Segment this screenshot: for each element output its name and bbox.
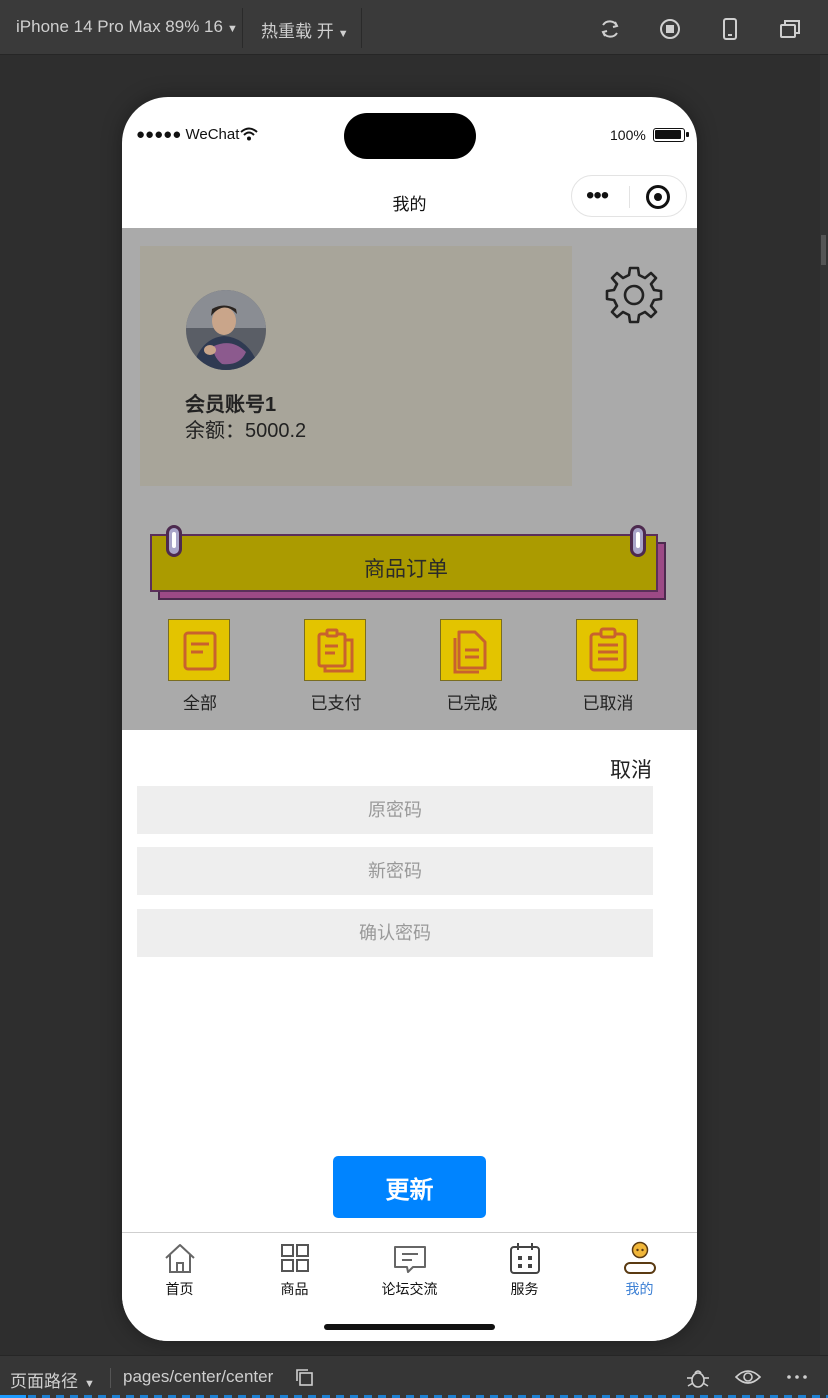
document-icon [168,619,230,681]
tab-mine[interactable]: 我的 [582,1239,697,1299]
page-path-selector[interactable]: 页面路径 ▼ [10,1367,95,1392]
page-path-value: pages/center/center [123,1367,274,1386]
order-category-label: 已取消 [582,694,634,713]
grid-icon [281,1244,309,1272]
status-bar: ●●●●● WeChat 100% [122,97,697,173]
new-password-input[interactable] [137,847,653,895]
phone-preview-icon[interactable] [718,17,742,41]
chat-icon [394,1246,426,1273]
devtools-toolbar: iPhone 14 Pro Max 89% 16 ▼ 热重载 开 ▼ [0,0,828,55]
nav-bar: 我的 ••• [122,173,697,228]
eye-icon[interactable] [735,1367,761,1387]
update-button[interactable]: 更新 [333,1156,486,1218]
balance-label: 余额： [185,418,245,442]
order-category-paid[interactable]: 已支付 [286,619,386,719]
clipboard-copy-icon [304,619,366,681]
settings-gear-icon[interactable] [604,265,664,325]
tab-label: 商品 [280,1281,309,1297]
cancel-button[interactable]: 取消 [610,754,652,784]
battery-icon [653,128,689,142]
device-selector-label: iPhone 14 Pro Max 89% 16 [16,17,223,36]
tab-home[interactable]: 首页 [122,1239,237,1299]
toolbar-divider [361,8,362,48]
old-password-input[interactable] [137,786,653,834]
profile-card: 会员账号1 余额：5000.2 [140,246,572,486]
scrollbar[interactable] [820,55,828,1355]
order-category-completed[interactable]: 已完成 [422,619,522,719]
page-path-label: 页面路径 [10,1372,78,1391]
phone-simulator: ●●●●● WeChat 100% 我的 ••• 会员账号1 余额：5000.2… [122,97,697,1341]
user-icon [624,1241,656,1274]
carrier-label: ●●●●● WeChat [136,126,240,143]
window-icon[interactable] [778,17,802,41]
copy-icon[interactable] [294,1367,314,1387]
file-done-icon [440,619,502,681]
order-category-all[interactable]: 全部 [150,619,250,719]
wifi-icon [240,127,258,141]
tab-label: 首页 [165,1281,194,1297]
tab-forum[interactable]: 论坛交流 [352,1239,467,1299]
menu-capsule: ••• [571,175,687,217]
order-category-label: 全部 [183,694,217,713]
more-icon[interactable] [786,1367,808,1387]
balance-value: 5000.2 [245,420,307,442]
home-icon [165,1244,195,1273]
calendar-icon [510,1243,540,1274]
tab-label: 我的 [625,1281,654,1297]
avatar[interactable] [186,290,266,370]
tab-label: 服务 [510,1281,539,1297]
battery-percent: 100% [610,127,646,143]
devtools-statusbar: 页面路径 ▼ pages/center/center [0,1355,828,1398]
order-category-cancelled[interactable]: 已取消 [558,619,658,719]
device-selector[interactable]: iPhone 14 Pro Max 89% 16 ▼ [16,17,238,37]
refresh-icon[interactable] [598,17,622,41]
tab-label: 论坛交流 [381,1281,438,1297]
order-category-label: 已完成 [446,694,498,713]
confirm-password-input[interactable] [137,909,653,957]
bug-icon[interactable] [686,1367,710,1389]
home-indicator [324,1324,495,1330]
orders-banner: 商品订单 [150,525,668,602]
stop-record-icon[interactable] [658,17,682,41]
chevron-down-icon: ▼ [226,23,238,35]
username: 会员账号1 [185,394,277,416]
scrollbar-thumb[interactable] [821,235,826,265]
pin-icon [166,525,182,557]
balance: 余额：5000.2 [185,414,306,443]
orders-banner-board: 商品订单 [150,534,658,592]
toolbar-divider [242,8,243,48]
hot-reload-label: 热重载 开 [261,22,334,41]
order-category-label: 已支付 [310,694,362,713]
dynamic-island [344,113,476,159]
close-miniprogram-icon[interactable] [646,185,670,209]
chevron-down-icon: ▼ [84,1378,95,1390]
clipboard-list-icon [576,619,638,681]
profile-header: 会员账号1 余额：5000.2 商品订单 全部 已支付 已完成 已取消 [122,228,697,730]
pin-icon [630,525,646,557]
tab-products[interactable]: 商品 [237,1239,352,1299]
chevron-down-icon: ▼ [337,28,349,40]
more-icon[interactable]: ••• [586,184,609,208]
orders-title: 商品订单 [364,558,448,581]
tab-service[interactable]: 服务 [467,1239,582,1299]
hot-reload-selector[interactable]: 热重载 开 ▼ [261,17,349,42]
